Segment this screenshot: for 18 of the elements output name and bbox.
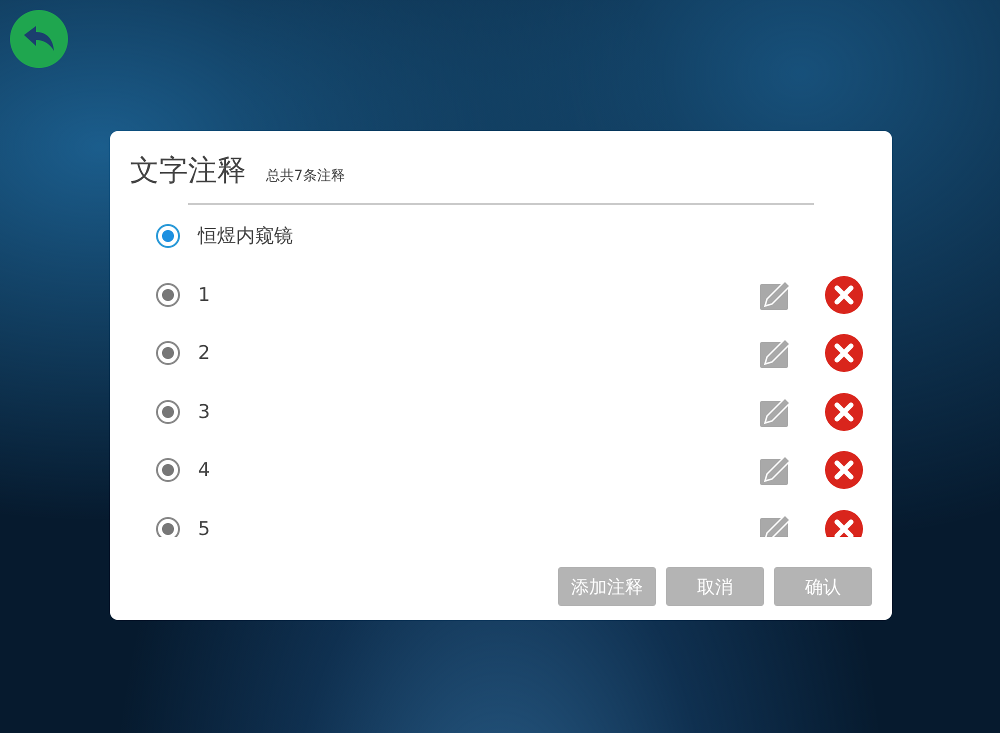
annotation-count: 总共7条注释 [266, 167, 345, 185]
dialog-button[interactable]: 确认 [774, 567, 872, 606]
option-label: 4 [198, 459, 212, 482]
option-label: 2 [198, 342, 212, 364]
option-label: 1 [198, 284, 212, 306]
option-label: 恒煜内窥镜 [198, 224, 294, 250]
dialog-button[interactable]: 取消 [666, 567, 764, 606]
back-arrow-icon [22, 25, 56, 53]
dialog-title: 文字注释 [130, 152, 246, 189]
delete-button[interactable] [825, 451, 863, 490]
radio-button[interactable] [156, 224, 180, 248]
delete-button[interactable] [825, 276, 863, 314]
dialog-button[interactable]: 添加注释 [558, 567, 656, 606]
option-label: 3 [198, 400, 212, 423]
delete-button[interactable] [825, 392, 863, 431]
delete-button[interactable] [825, 510, 863, 537]
option-label: 5 [198, 518, 212, 537]
delete-button[interactable] [825, 334, 863, 372]
